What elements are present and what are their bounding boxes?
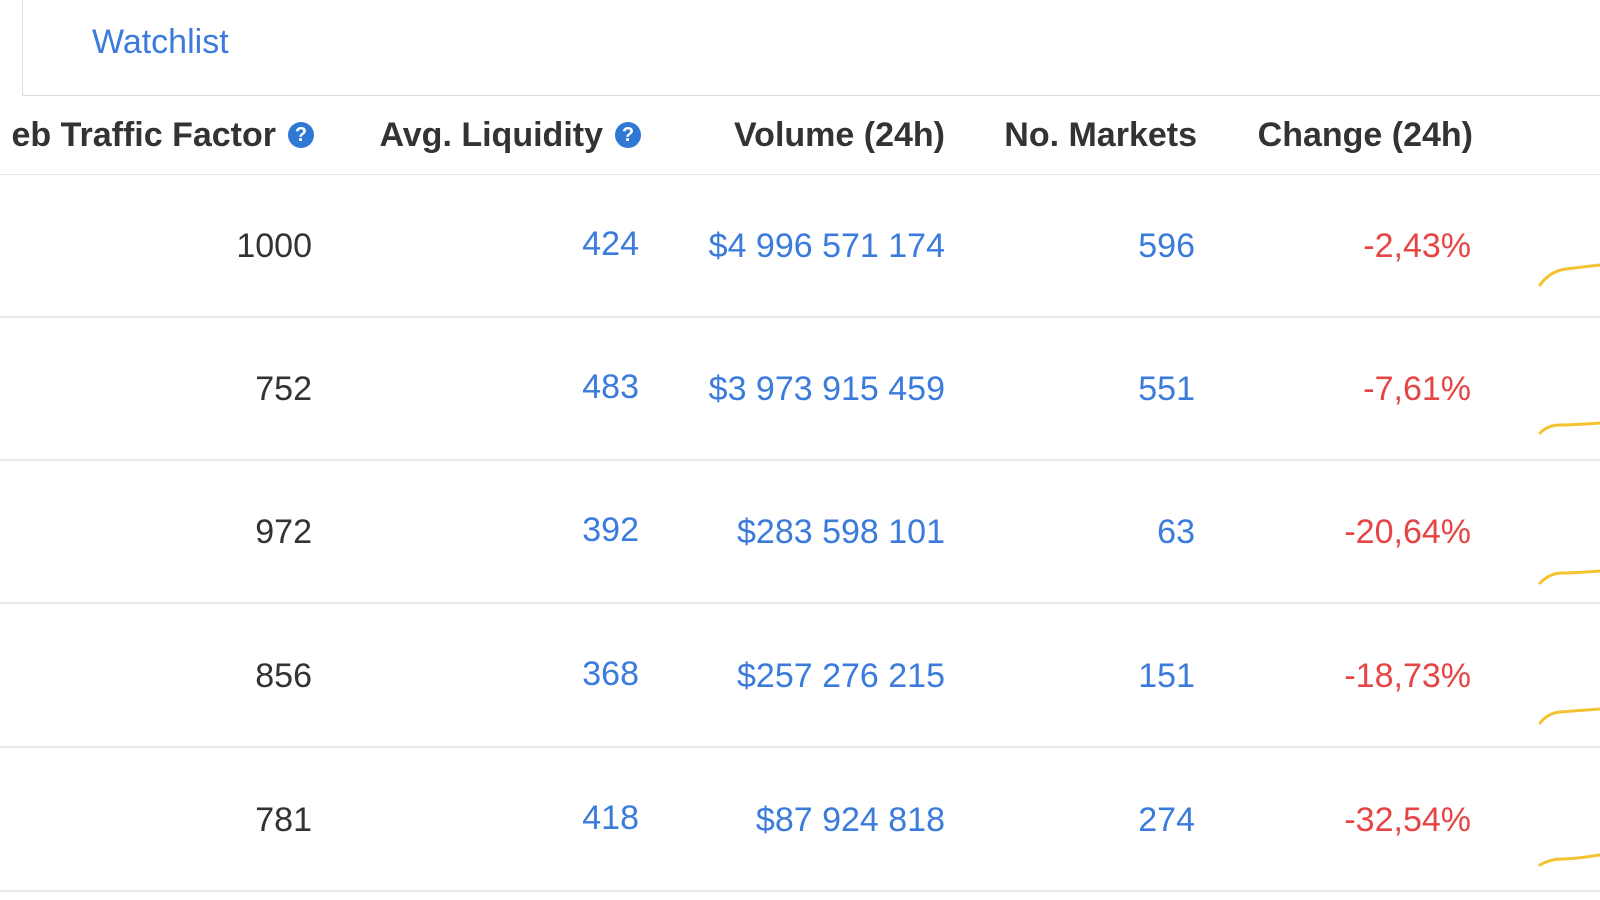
cell-web-traffic-factor: 856 [255,657,312,695]
header-no-markets[interactable]: No. Markets [1004,115,1197,155]
table-row[interactable]: 856 368 $257 276 215 151 -18,73% [0,605,1600,748]
sparkline-chart-icon[interactable] [1536,693,1600,733]
sparkline-chart-icon[interactable] [1536,403,1600,443]
cell-change-24h: -20,64% [1344,513,1471,551]
cell-avg-liquidity[interactable]: 368 [582,655,639,694]
cell-no-markets[interactable]: 551 [1138,370,1195,409]
cell-web-traffic-factor: 972 [255,513,312,551]
question-circle-icon[interactable]: ? [615,122,641,148]
table-row[interactable]: 781 418 $87 924 818 274 -32,54% [0,749,1600,892]
sparkline-chart-icon[interactable] [1536,255,1600,295]
cell-web-traffic-factor: 1000 [236,227,312,265]
header-avg-liquidity[interactable]: Avg. Liquidity ? [379,115,641,155]
cell-volume-24h[interactable]: $3 973 915 459 [709,370,945,409]
cell-no-markets[interactable]: 274 [1138,801,1195,840]
sparkline-chart-icon[interactable] [1536,555,1600,595]
header-no-markets-label: No. Markets [1004,115,1197,154]
header-volume-24h-label: Volume (24h) [734,115,945,154]
cell-change-24h: -2,43% [1363,227,1471,265]
cell-volume-24h[interactable]: $257 276 215 [737,657,945,696]
cell-no-markets[interactable]: 151 [1138,657,1195,696]
tab-watchlist-label[interactable]: Watchlist [92,23,229,62]
question-circle-icon[interactable]: ? [288,122,314,148]
header-change-24h[interactable]: Change (24h) [1258,115,1473,155]
cell-no-markets[interactable]: 63 [1157,513,1195,552]
cell-avg-liquidity[interactable]: 424 [582,225,639,264]
cell-change-24h: -7,61% [1363,370,1471,408]
cell-avg-liquidity[interactable]: 483 [582,368,639,407]
cell-volume-24h[interactable]: $87 924 818 [756,801,945,840]
cell-web-traffic-factor: 752 [255,370,312,408]
cell-no-markets[interactable]: 596 [1138,227,1195,266]
table-row[interactable]: 752 483 $3 973 915 459 551 -7,61% [0,318,1600,461]
cell-volume-24h[interactable]: $4 996 571 174 [709,227,945,266]
cell-web-traffic-factor: 781 [255,801,312,839]
cell-change-24h: -18,73% [1344,657,1471,695]
table-header: eb Traffic Factor ? Avg. Liquidity ? Vol… [0,98,1600,175]
cell-volume-24h[interactable]: $283 598 101 [737,513,945,552]
header-volume-24h[interactable]: Volume (24h) [734,115,945,155]
market-table-view: Watchlist eb Traffic Factor ? Avg. Liqui… [0,0,1600,900]
table-row[interactable]: 972 392 $283 598 101 63 -20,64% [0,461,1600,604]
table-row[interactable]: 1000 424 $4 996 571 174 596 -2,43% [0,175,1600,318]
sparkline-chart-icon[interactable] [1536,841,1600,881]
cell-avg-liquidity[interactable]: 418 [582,799,639,838]
tab-watchlist[interactable]: Watchlist [22,0,1600,96]
header-web-traffic-factor[interactable]: eb Traffic Factor ? [11,115,314,155]
header-web-traffic-factor-label: eb Traffic Factor [11,115,276,154]
tab-bar: Watchlist [0,0,1600,98]
header-avg-liquidity-label: Avg. Liquidity [379,115,603,154]
cell-avg-liquidity[interactable]: 392 [582,511,639,550]
cell-change-24h: -32,54% [1344,801,1471,839]
header-change-24h-label: Change (24h) [1257,115,1473,154]
